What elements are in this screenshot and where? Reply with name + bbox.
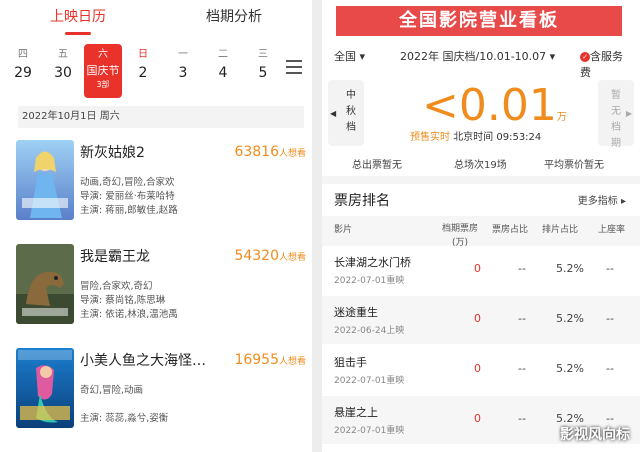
- table-row[interactable]: 狙击手 2022-07-01重映 0 -- 5.2% --: [322, 346, 640, 394]
- col-sched-share: 排片占比: [542, 225, 579, 235]
- movie-genre: 冒险,合家欢,奇幻: [80, 281, 153, 292]
- want-count: 63816人想看: [234, 144, 306, 160]
- tab-release-calendar[interactable]: 上映日历: [0, 0, 156, 36]
- service-fee-toggle[interactable]: ✓ 含服务费: [580, 48, 630, 80]
- movie-title: 新灰姑娘2: [80, 145, 145, 161]
- date-item[interactable]: 日2: [124, 44, 162, 98]
- col-box-share: 票房占比: [492, 225, 529, 235]
- next-period-button[interactable]: 暂无档期 ▶: [598, 80, 634, 149]
- date-item[interactable]: 二4: [204, 44, 242, 98]
- period-select[interactable]: 2022年 国庆档/10.01-10.07 ▾: [400, 48, 555, 64]
- date-header: 2022年10月1日 周六: [18, 106, 304, 128]
- movie-title: 我是霸王龙: [80, 249, 150, 265]
- watermark: 影视风向标: [560, 427, 630, 443]
- realtime-info: 预售实时 北京时间 09:53:24: [410, 132, 542, 143]
- banner-title: 全国影院营业看板: [336, 6, 622, 36]
- prev-period-button[interactable]: ◀ 中秋档: [328, 80, 364, 146]
- movie-director: 导演: 爱丽丝·布莱哈特: [80, 191, 175, 202]
- date-picker: 四 29 五 30 六国庆节 3部 日2 一3 二4 三5: [4, 44, 310, 100]
- movie-director: 导演: 蔡尚铭,陈思琳: [80, 295, 166, 306]
- table-row[interactable]: 长津湖之水门桥 2022-07-01重映 0 -- 5.2% --: [322, 246, 640, 294]
- movie-genre: 奇幻,冒险,动画: [80, 385, 144, 396]
- movie-cast: 主演: 依诺,林浪,温池禹: [80, 309, 178, 320]
- col-film: 影片: [334, 225, 353, 235]
- date-item[interactable]: 四 29: [4, 44, 42, 98]
- movie-item[interactable]: 小美人鱼之大海怪… 16955人想看 奇幻,冒险,动画 主演: 蕊蕊,淼兮,姿衡: [16, 348, 306, 428]
- movie-cast: 主演: 蒋丽,郎敏佳,赵路: [80, 205, 178, 216]
- menu-icon[interactable]: [286, 60, 302, 78]
- stat-tickets: 总出票暂无: [352, 160, 402, 171]
- want-count: 16955人想看: [234, 352, 306, 368]
- tab-schedule-analysis[interactable]: 档期分析: [156, 0, 312, 36]
- stat-shows: 总场次19场: [454, 160, 507, 171]
- chevron-right-icon: ▶: [625, 109, 632, 118]
- movie-title: 小美人鱼之大海怪…: [80, 353, 206, 369]
- divider: [322, 176, 640, 184]
- stat-avg-price: 平均票价暂无: [544, 160, 604, 171]
- movie-cast: 主演: 蕊蕊,淼兮,姿衡: [80, 413, 169, 424]
- date-item[interactable]: 五 30: [44, 44, 82, 98]
- tab-bar: 上映日历 档期分析: [0, 0, 312, 36]
- box-office-panel: 全国影院营业看板 全国 ▾ 2022年 国庆档/10.01-10.07 ▾ ✓ 含…: [322, 0, 640, 452]
- region-select[interactable]: 全国 ▾: [334, 48, 365, 64]
- table-row[interactable]: 迷途重生 2022-06-24上映 0 -- 5.2% --: [322, 296, 640, 344]
- date-item-selected[interactable]: 六国庆节 3部: [84, 44, 122, 98]
- movie-item[interactable]: 我是霸王龙 54320人想看 冒险,合家欢,奇幻 导演: 蔡尚铭,陈思琳 主演:…: [16, 244, 306, 324]
- chevron-left-icon: ◀: [330, 109, 337, 118]
- movie-poster: [16, 140, 74, 220]
- chevron-down-icon: ▾: [356, 50, 366, 63]
- col-attendance: 上座率: [598, 225, 626, 235]
- release-calendar-panel: 上映日历 档期分析 四 29 五 30 六国庆节 3部 日2 一3 二4 三5 202…: [0, 0, 312, 452]
- want-count: 54320人想看: [234, 248, 306, 264]
- date-item[interactable]: 一3: [164, 44, 202, 98]
- chevron-down-icon: ▾: [546, 50, 556, 63]
- ranking-title: 票房排名: [334, 193, 390, 209]
- chevron-right-icon: ▸: [620, 196, 626, 207]
- check-icon: ✓: [580, 52, 590, 62]
- movie-item[interactable]: 新灰姑娘2 63816人想看 动画,奇幻,冒险,合家欢 导演: 爱丽丝·布莱哈特…: [16, 140, 306, 220]
- more-metrics-link[interactable]: 更多指标 ▸: [578, 192, 626, 207]
- date-item[interactable]: 三5: [244, 44, 282, 98]
- movie-genre: 动画,奇幻,冒险,合家欢: [80, 177, 175, 188]
- filter-bar: 全国 ▾ 2022年 国庆档/10.01-10.07 ▾ ✓ 含服务费: [334, 48, 630, 79]
- movie-poster: [16, 244, 74, 324]
- movie-poster: [16, 348, 74, 428]
